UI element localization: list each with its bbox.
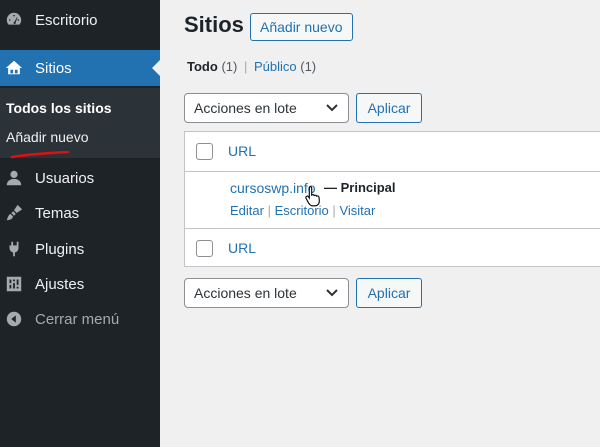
filter-all[interactable]: Todo (1) xyxy=(187,59,237,74)
submenu-todos-los-sitios[interactable]: Todos los sitios xyxy=(6,100,112,116)
bulk-actions-select-top[interactable]: Acciones en lote xyxy=(184,93,349,123)
sidebar-item-ajustes[interactable]: Ajustes xyxy=(0,266,160,302)
sidebar-item-label: Temas xyxy=(35,204,80,222)
url-column-header[interactable]: URL xyxy=(228,143,256,159)
collapse-icon xyxy=(4,309,24,329)
sidebar-collapse-menu[interactable]: Cerrar menú xyxy=(0,301,160,337)
themes-icon xyxy=(4,203,24,223)
table-header: URL xyxy=(185,132,600,172)
url-column-footer[interactable]: URL xyxy=(228,240,256,256)
sites-submenu: Todos los sitios Añadir nuevo xyxy=(0,88,160,158)
sidebar-item-label: Ajustes xyxy=(35,275,85,293)
sidebar-item-label: Usuarios xyxy=(35,169,95,187)
select-all-checkbox[interactable] xyxy=(196,143,213,160)
chevron-down-icon xyxy=(326,104,338,112)
sidebar-item-temas[interactable]: Temas xyxy=(0,195,160,231)
red-underline-annotation xyxy=(10,151,70,159)
sidebar-item-sitios[interactable]: Sitios xyxy=(0,50,160,86)
apply-button-top[interactable]: Aplicar xyxy=(356,93,422,123)
active-indicator xyxy=(152,60,160,76)
sidebar-item-plugins[interactable]: Plugins xyxy=(0,231,160,267)
edit-link[interactable]: Editar xyxy=(230,203,264,218)
apply-button-bottom[interactable]: Aplicar xyxy=(356,278,422,308)
bulk-actions-select-bottom[interactable]: Acciones en lote xyxy=(184,278,349,308)
sidebar-item-label: Sitios xyxy=(35,59,72,77)
visit-link[interactable]: Visitar xyxy=(339,203,375,218)
table-footer: URL xyxy=(185,228,600,268)
admin-sidebar: Escritorio Sitios Todos los sitios Añadi… xyxy=(0,0,160,447)
sites-table: URL cursoswp.info — Principal Editar | E… xyxy=(184,131,600,267)
site-state-label: — Principal xyxy=(324,180,396,195)
row-actions: Editar | Escritorio | Visitar xyxy=(230,203,376,218)
users-icon xyxy=(4,168,24,188)
chevron-down-icon xyxy=(326,289,338,297)
settings-icon xyxy=(4,274,24,294)
plugins-icon xyxy=(4,239,24,259)
site-url-link[interactable]: cursoswp.info xyxy=(230,180,316,196)
submenu-anadir-nuevo[interactable]: Añadir nuevo xyxy=(6,129,89,145)
sidebar-item-label: Plugins xyxy=(35,240,85,258)
sidebar-item-usuarios[interactable]: Usuarios xyxy=(0,160,160,196)
status-filters: Todo (1) | Público (1) xyxy=(187,59,317,74)
filter-public[interactable]: Público (1) xyxy=(254,59,316,74)
dashboard-icon xyxy=(4,10,24,30)
page-title: Sitios xyxy=(184,12,244,37)
hand-cursor-icon xyxy=(305,185,320,207)
sidebar-item-escritorio[interactable]: Escritorio xyxy=(0,2,160,38)
sidebar-item-label: Cerrar menú xyxy=(35,310,120,328)
sites-icon xyxy=(4,58,24,78)
add-new-button[interactable]: Añadir nuevo xyxy=(250,13,353,41)
sidebar-item-label: Escritorio xyxy=(35,11,98,29)
select-all-checkbox-footer[interactable] xyxy=(196,240,213,257)
